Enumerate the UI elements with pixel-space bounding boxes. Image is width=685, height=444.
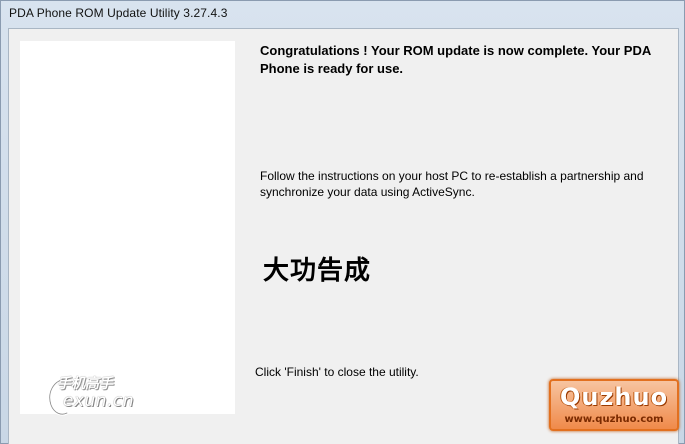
finish-instruction: Click 'Finish' to close the utility. xyxy=(255,365,419,379)
watermark-url: www.quzhuo.com xyxy=(564,414,664,425)
watermark-left-en: exun.cn xyxy=(63,391,135,411)
window-title: PDA Phone ROM Update Utility 3.27.4.3 xyxy=(9,6,228,20)
wizard-window: PDA Phone ROM Update Utility 3.27.4.3 Co… xyxy=(0,0,685,444)
title-bar[interactable]: PDA Phone ROM Update Utility 3.27.4.3 xyxy=(1,1,684,27)
completion-heading: Congratulations ! Your ROM update is now… xyxy=(260,43,651,76)
watermark-left: 手机高手 exun.cn xyxy=(45,373,155,419)
activesync-instructions: Follow the instructions on your host PC … xyxy=(260,169,644,199)
side-image-panel xyxy=(20,41,235,414)
watermark-right: Quzhuo www.quzhuo.com xyxy=(549,379,679,431)
watermark-left-cn: 手机高手 xyxy=(57,376,113,392)
watermark-brand: Quzhuo xyxy=(559,383,669,411)
overlay-caption: 大功告成 xyxy=(263,256,372,286)
